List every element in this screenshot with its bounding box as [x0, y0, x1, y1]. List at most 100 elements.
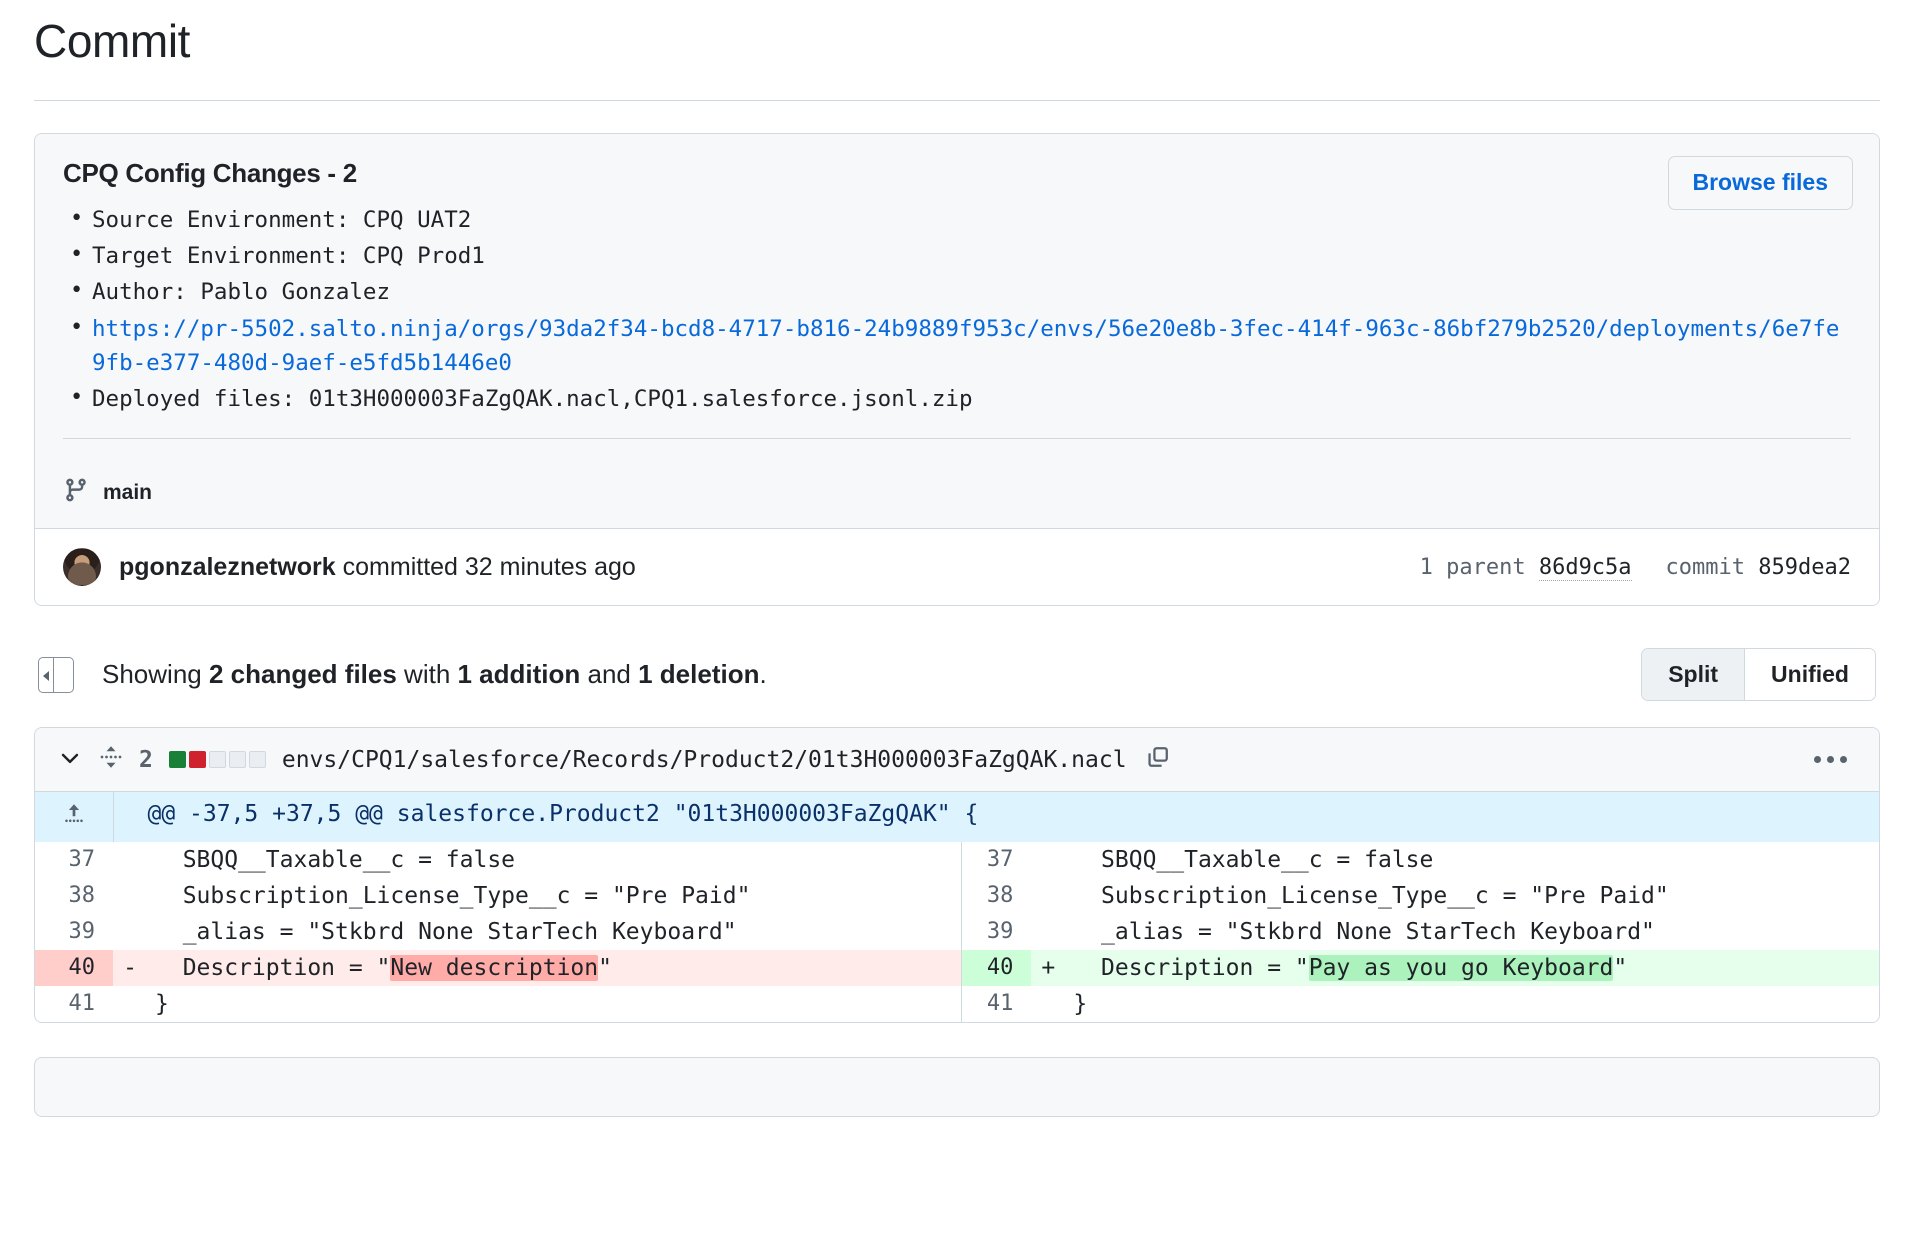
- commit-card: Browse files CPQ Config Changes - 2 Sour…: [34, 133, 1880, 607]
- code-highlight-added: Pay as you go Keyboard: [1308, 955, 1614, 982]
- deletions-count: 1 deletion: [638, 659, 760, 690]
- line-marker-right: [1031, 842, 1066, 879]
- diff-summary-bar: Showing 2 changed files with 1 addition …: [34, 648, 1880, 702]
- diffstat-block-deletion: [188, 751, 206, 769]
- parent-hash[interactable]: 86d9c5a: [1538, 554, 1632, 581]
- file-diff-panel: 2 envs/CPQ1/salesforce/Records/Product2/…: [34, 727, 1880, 1024]
- line-marker-right: [1031, 914, 1066, 951]
- committed-timestamp: committed 32 minutes ago: [335, 552, 636, 581]
- code-prefix-left: Description = ": [155, 955, 391, 982]
- showing-suffix: .: [759, 659, 767, 690]
- commit-label: commit: [1665, 554, 1746, 580]
- kebab-dot: [1827, 756, 1834, 764]
- diffstat-bar: [168, 751, 266, 769]
- line-code-left[interactable]: SBQQ__Taxable__c = false: [147, 842, 962, 879]
- showing-and: and: [580, 659, 639, 690]
- deployment-link[interactable]: https://pr-5502.salto.ninja/orgs/93da2f3…: [92, 316, 1839, 376]
- commit-description-link-item: https://pr-5502.salto.ninja/orgs/93da2f3…: [63, 311, 1851, 380]
- commit-description-item: Author: Pablo Gonzalez: [63, 274, 1851, 309]
- diff-row-changed: 40 - Description = "New description" 40 …: [35, 950, 1879, 987]
- diffstat-block-neutral: [208, 751, 226, 769]
- split-view-button[interactable]: Split: [1642, 649, 1745, 701]
- expand-hunk-icon[interactable]: [35, 792, 114, 843]
- line-code-left[interactable]: }: [147, 986, 962, 1023]
- showing-mid: with: [396, 659, 458, 690]
- diff-view-toggle: Split Unified: [1641, 648, 1876, 702]
- line-marker-left: [113, 842, 147, 879]
- diff-row: 37 SBQQ__Taxable__c = false 37 SBQQ__Tax…: [35, 842, 1879, 879]
- browse-files-button[interactable]: Browse files: [1667, 156, 1853, 210]
- code-prefix-right: Description = ": [1073, 955, 1309, 982]
- commit-divider: [63, 438, 1851, 440]
- commit-description-item: Source Environment: CPQ UAT2: [63, 202, 1851, 237]
- branch-name[interactable]: main: [103, 481, 152, 505]
- code-suffix-left: ": [598, 955, 612, 982]
- hunk-header-text: @@ -37,5 +37,5 @@ salesforce.Product2 "0…: [113, 792, 1879, 843]
- commit-description-item: Deployed files: 01t3H000003FaZgQAK.nacl,…: [63, 381, 1851, 416]
- file-tree-toggle-icon[interactable]: [38, 656, 74, 693]
- diffstat-block-neutral: [228, 751, 246, 769]
- line-number-left: 37: [35, 842, 113, 879]
- line-code-left[interactable]: Subscription_License_Type__c = "Pre Paid…: [147, 878, 962, 915]
- file-path[interactable]: envs/CPQ1/salesforce/Records/Product2/01…: [282, 747, 1127, 773]
- line-marker-left: [113, 986, 147, 1023]
- commit-hashes: 1 parent 86d9c5a commit 859dea2: [1419, 554, 1851, 581]
- line-marker-left: [113, 914, 147, 951]
- committed-info: pgonzaleznetwork committed 32 minutes ag…: [119, 553, 636, 582]
- line-number-right: 37: [961, 842, 1032, 879]
- line-code-left[interactable]: Description = "New description": [147, 950, 962, 987]
- line-marker-right: +: [1031, 950, 1066, 987]
- line-code-right[interactable]: _alias = "Stkbrd None StarTech Keyboard": [1065, 914, 1879, 951]
- diff-row: 38 Subscription_License_Type__c = "Pre P…: [35, 878, 1879, 915]
- parent-info: 1 parent 86d9c5a: [1419, 554, 1632, 581]
- commit-message-section: Browse files CPQ Config Changes - 2 Sour…: [35, 134, 1879, 460]
- line-number-left: 38: [35, 878, 113, 915]
- commit-hash[interactable]: 859dea2: [1758, 555, 1851, 580]
- branch-row: main: [35, 459, 1879, 530]
- file-diff-header: 2 envs/CPQ1/salesforce/Records/Product2/…: [35, 728, 1879, 793]
- page-title: Commit: [34, 15, 191, 67]
- commit-description-item: Target Environment: CPQ Prod1: [63, 238, 1851, 273]
- title-divider: [34, 100, 1880, 101]
- parent-label: 1 parent: [1419, 554, 1526, 580]
- commit-info: commit 859dea2: [1666, 555, 1851, 580]
- diff-table: @@ -37,5 +37,5 @@ salesforce.Product2 "0…: [35, 792, 1879, 1023]
- line-marker-right: [1031, 986, 1066, 1023]
- commit-title: CPQ Config Changes - 2: [63, 158, 357, 188]
- line-code-left[interactable]: _alias = "Stkbrd None StarTech Keyboard": [147, 914, 962, 951]
- diff-row: 39 _alias = "Stkbrd None StarTech Keyboa…: [35, 914, 1879, 951]
- line-number-left: 40: [35, 950, 113, 987]
- diff-summary-text: Showing 2 changed files with 1 addition …: [102, 659, 767, 690]
- line-marker-left: [113, 878, 147, 915]
- kebab-dot: [1814, 756, 1821, 764]
- line-marker-right: [1031, 878, 1066, 915]
- file-options-menu-icon[interactable]: [1804, 748, 1857, 771]
- committer-row: pgonzaleznetwork committed 32 minutes ag…: [35, 529, 1879, 606]
- committer-username[interactable]: pgonzaleznetwork: [119, 553, 336, 581]
- hunk-header-row: @@ -37,5 +37,5 @@ salesforce.Product2 "0…: [35, 792, 1879, 843]
- line-code-right[interactable]: Subscription_License_Type__c = "Pre Paid…: [1065, 878, 1879, 915]
- line-number-left: 39: [35, 914, 113, 951]
- commit-page: Commit Browse files CPQ Config Changes -…: [0, 14, 1914, 1118]
- showing-prefix: Showing: [102, 659, 209, 690]
- diffstat-block-neutral: [248, 751, 266, 769]
- code-suffix-right: ": [1613, 955, 1628, 982]
- line-marker-left: -: [113, 950, 147, 987]
- code-highlight-removed: New description: [390, 955, 599, 982]
- line-code-right[interactable]: Description = "Pay as you go Keyboard": [1065, 950, 1879, 987]
- line-number-right: 40: [961, 950, 1032, 987]
- file-change-count: 2: [139, 746, 153, 773]
- line-number-right: 39: [961, 914, 1032, 951]
- line-code-right[interactable]: }: [1065, 986, 1879, 1023]
- diff-row: 41 } 41 }: [35, 986, 1879, 1023]
- line-number-left: 41: [35, 986, 113, 1023]
- unified-view-button[interactable]: Unified: [1744, 649, 1875, 701]
- expand-collapse-icon[interactable]: [99, 744, 123, 775]
- diffstat-block-addition: [168, 751, 186, 769]
- line-code-right[interactable]: SBQQ__Taxable__c = false: [1065, 842, 1879, 879]
- avatar[interactable]: [63, 548, 101, 587]
- chevron-down-icon[interactable]: [57, 744, 83, 775]
- line-number-right: 41: [961, 986, 1032, 1023]
- next-file-diff-panel: [34, 1057, 1880, 1118]
- copy-icon[interactable]: [1145, 744, 1171, 775]
